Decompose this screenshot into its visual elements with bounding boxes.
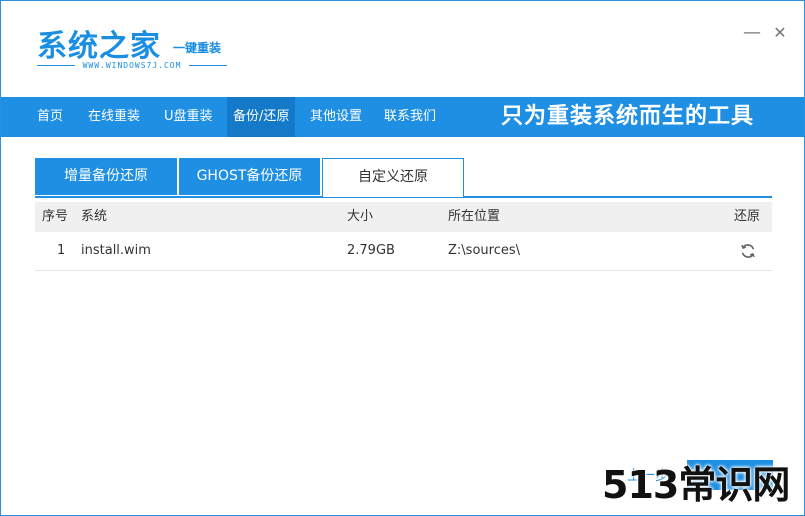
row-system: install.wim (81, 243, 151, 258)
tab-bar: 增量备份还原 GHOST备份还原 自定义还原 (35, 158, 772, 198)
header: 系统之家 一键重装 WWW.WINDOWS7J.COM — ✕ (1, 1, 804, 97)
row-size: 2.79GB (347, 243, 395, 258)
app-logo-url: WWW.WINDOWS7J.COM (37, 61, 228, 70)
nav-item-contact-us[interactable]: 联系我们 (378, 97, 442, 137)
backup-table: 序号 系统 大小 所在位置 还原 1 install.wim 2.79GB Z:… (35, 202, 772, 271)
nav-item-other-settings[interactable]: 其他设置 (304, 97, 368, 137)
app-window: 系统之家 一键重装 WWW.WINDOWS7J.COM — ✕ 首页 在线重装 … (0, 0, 805, 516)
app-logo-subtitle: 一键重装 (173, 41, 222, 55)
main-nav: 首页 在线重装 U盘重装 备份/还原 其他设置 联系我们 只为重装系统而生的工具 (1, 97, 804, 137)
tab-custom-restore[interactable]: 自定义还原 (322, 158, 464, 197)
divider (189, 65, 228, 66)
tab-ghost-backup[interactable]: GHOST备份还原 (179, 158, 320, 195)
tab-incremental-backup[interactable]: 增量备份还原 (35, 158, 177, 195)
divider (37, 65, 75, 66)
watermark: 513常识网 (602, 463, 790, 507)
refresh-icon[interactable] (739, 242, 757, 260)
column-header-no: 序号 (42, 209, 69, 224)
row-no: 1 (57, 243, 66, 258)
minimize-icon[interactable]: — (742, 23, 762, 43)
nav-item-home[interactable]: 首页 (31, 97, 69, 137)
app-logo-title: 系统之家 (37, 29, 161, 64)
nav-item-backup-restore[interactable]: 备份/还原 (227, 97, 296, 137)
nav-item-usb-reinstall[interactable]: U盘重装 (158, 97, 219, 137)
column-header-location: 所在位置 (448, 209, 501, 224)
column-header-system: 系统 (81, 209, 108, 224)
logo-url-text: WWW.WINDOWS7J.COM (82, 61, 182, 70)
table-header: 序号 系统 大小 所在位置 还原 (35, 202, 772, 232)
row-location: Z:\sources\ (448, 243, 520, 258)
nav-item-online-reinstall[interactable]: 在线重装 (82, 97, 146, 137)
close-icon[interactable]: ✕ (770, 23, 790, 43)
column-header-restore: 还原 (734, 209, 761, 224)
column-header-size: 大小 (347, 209, 374, 224)
nav-slogan: 只为重装系统而生的工具 (501, 104, 755, 129)
table-row[interactable]: 1 install.wim 2.79GB Z:\sources\ (35, 232, 772, 271)
